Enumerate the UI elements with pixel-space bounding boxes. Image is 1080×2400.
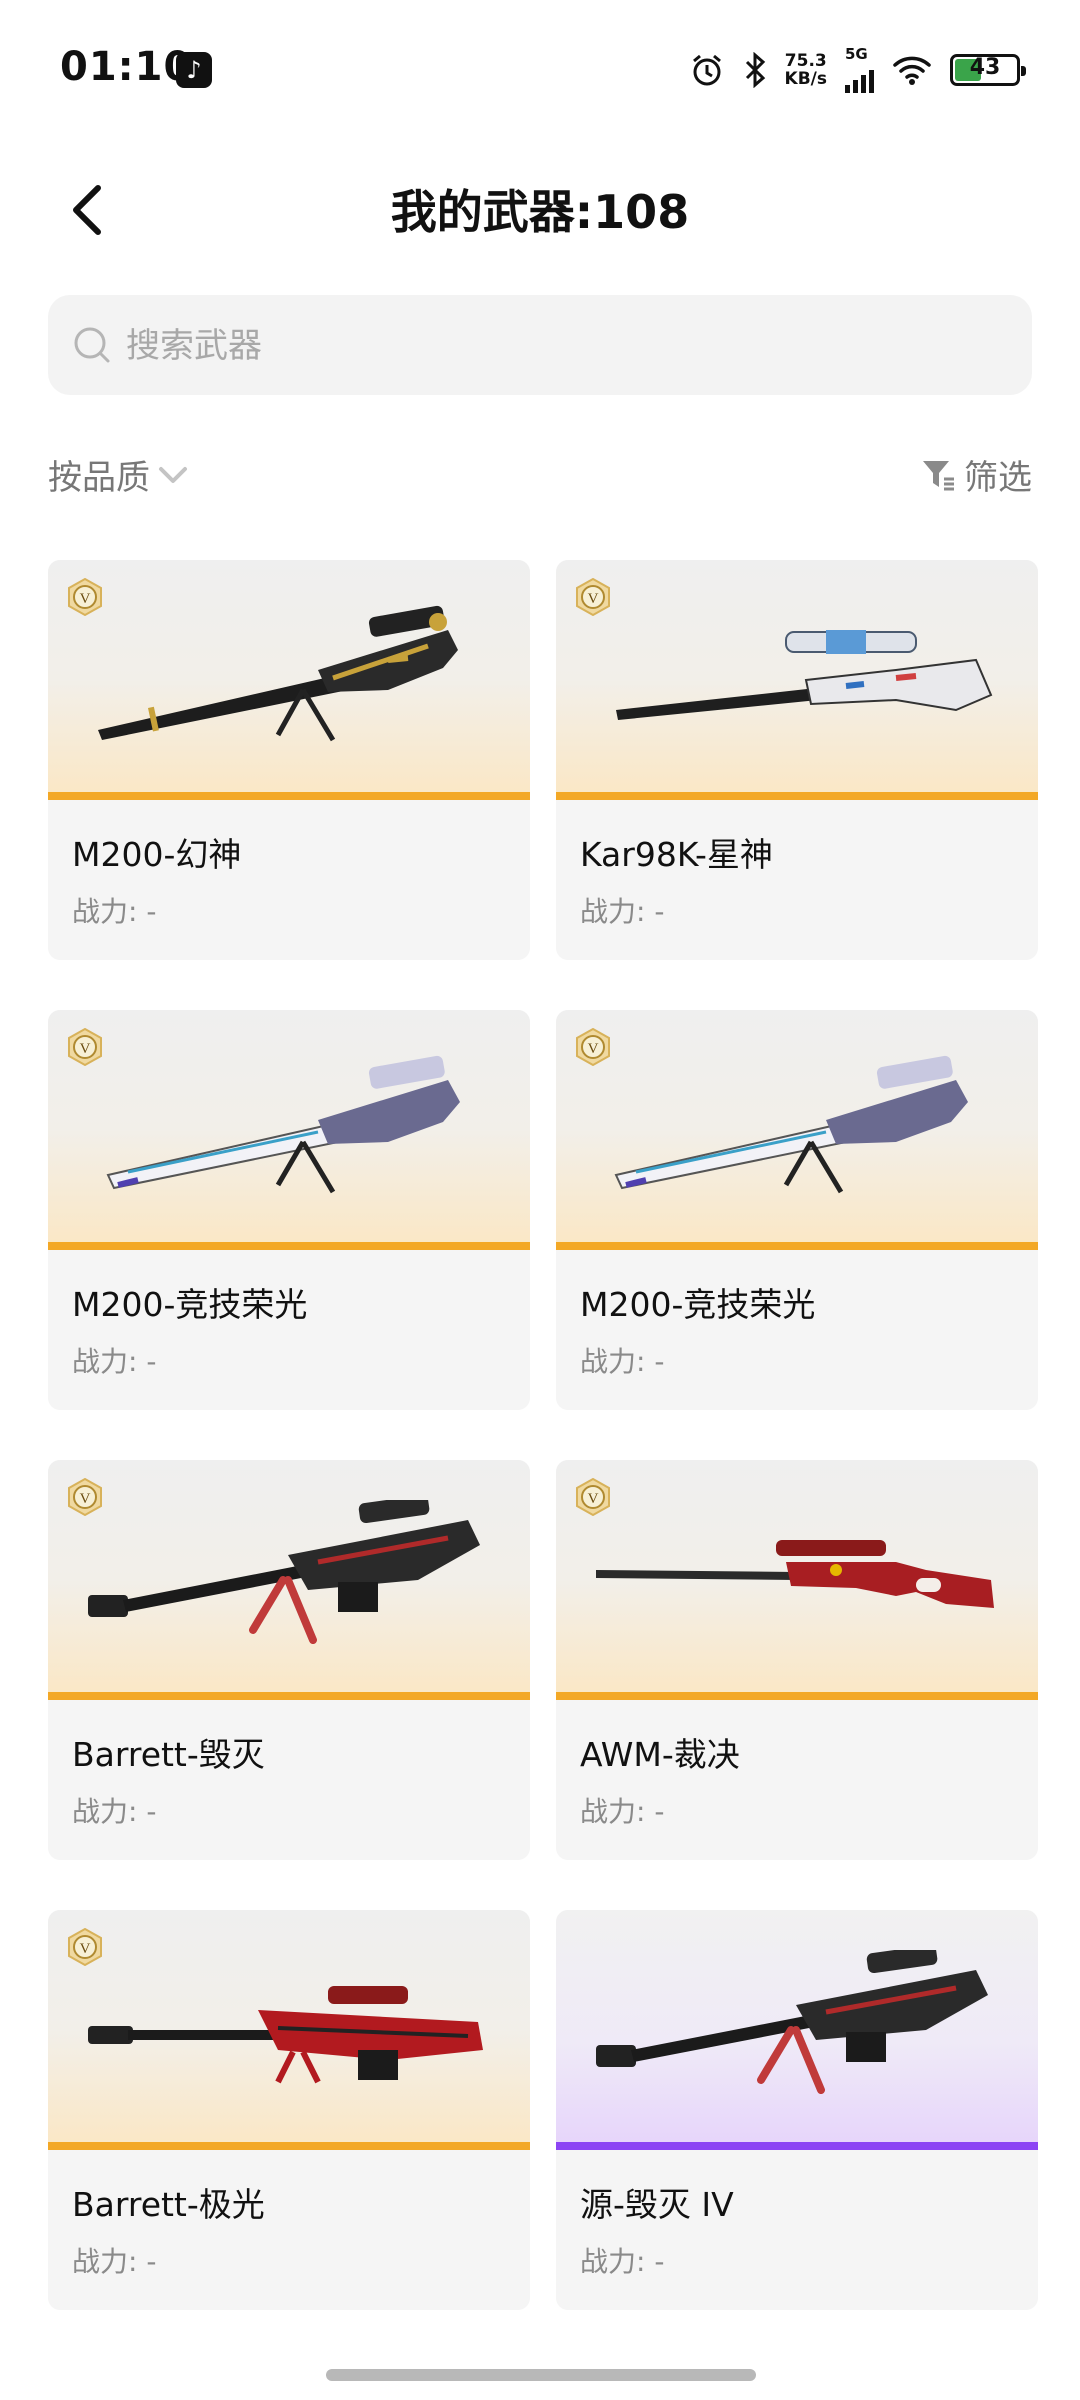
home-indicator[interactable] [326,2369,756,2381]
search-input[interactable] [124,313,1008,379]
rarity-bar [556,1242,1038,1250]
weapon-power: 战力: - [580,1345,665,1378]
weapon-card[interactable]: V Kar98K-星神 战力: - [556,560,1038,960]
rarity-bar [556,1692,1038,1700]
weapon-card[interactable]: 源-毁灭 IV 战力: - [556,1910,1038,2310]
filter-button[interactable]: 筛选 [920,450,1032,499]
weapon-image-area: V [48,1010,530,1250]
weapon-power: 战力: - [72,1795,157,1828]
weapon-name: 源-毁灭 IV [580,2185,734,2224]
weapon-image-area: V [556,1010,1038,1250]
search-bar[interactable] [48,295,1032,395]
sniper-rifle-image [98,605,458,742]
weapon-card[interactable]: V M200-竞技荣光 战力: - [556,1010,1038,1410]
status-icons: 75.3 KB/s 5G 43 [689,45,1026,94]
weapon-power: 战力: - [580,2245,665,2278]
page-title: 我的武器:108 [390,185,690,239]
rarity-bar [556,792,1038,800]
search-icon [74,327,110,363]
tiktok-notification-icon: ♪ [176,52,212,88]
weapon-card[interactable]: V M200-竞技荣光 战力: - [48,1010,530,1410]
weapon-image-area: V [556,1460,1038,1700]
sort-dropdown[interactable]: 按品质 [48,450,190,499]
rarity-bar [48,2142,530,2150]
rarity-bar [48,1692,530,1700]
weapon-image-area [556,1910,1038,2150]
filter-label: 筛选 [964,458,1032,498]
sniper-rifle-image [596,1950,988,2094]
sniper-rifle-image [596,1540,994,1608]
weapon-power: 战力: - [580,895,665,928]
sniper-rifle-image [106,1055,460,1194]
weapon-name: M200-竞技荣光 [580,1285,816,1324]
weapon-card[interactable]: V Barrett-毁灭 战力: - [48,1460,530,1860]
weapon-card[interactable]: V M200-幻神 战力: - [48,560,530,960]
weapon-card[interactable]: V Barrett-极光 战力: - [48,1910,530,2310]
rarity-bar [48,792,530,800]
weapon-name: Barrett-极光 [72,2185,265,2224]
wifi-icon [893,56,931,85]
sort-label: 按品质 [48,458,150,498]
weapon-name: M200-幻神 [72,835,242,874]
sniper-rifle-image [88,1500,480,1644]
battery-icon: 43 [950,54,1026,86]
weapon-power: 战力: - [72,2245,157,2278]
sniper-rifle-image [614,1055,968,1194]
net-speed: 75.3 KB/s [785,52,827,88]
weapon-image-area: V [48,1910,530,2150]
weapon-name: Kar98K-星神 [580,835,773,874]
clock: 01:10 [60,44,193,90]
filter-icon [923,460,954,490]
alarm-icon [692,54,721,86]
weapon-name: AWM-裁决 [580,1735,740,1774]
sniper-rifle-image [616,630,993,720]
sniper-rifle-image [88,1986,483,2084]
weapon-image-area: V [556,560,1038,800]
battery-level: 43 [969,55,1001,80]
weapon-name: Barrett-毁灭 [72,1735,265,1774]
weapon-power: 战力: - [72,1345,157,1378]
chevron-down-icon [159,466,187,483]
signal-label: 5G [845,45,868,63]
net-speed-unit: KB/s [784,69,827,89]
status-bar: 01:10 ♪ 75.3 KB/s 5G 43 [0,0,1080,140]
rarity-bar [556,2142,1038,2150]
net-speed-value: 75.3 [784,51,827,71]
weapon-image-area: V [48,1460,530,1700]
weapon-power: 战力: - [580,1795,665,1828]
weapon-name: M200-竞技荣光 [72,1285,308,1324]
weapon-card[interactable]: V AWM-裁决 战力: - [556,1460,1038,1860]
rarity-bar [48,1242,530,1250]
weapon-power: 战力: - [72,895,157,928]
bluetooth-icon [745,52,765,88]
weapon-image-area: V [48,560,530,800]
cellular-signal-icon: 5G [845,45,874,93]
